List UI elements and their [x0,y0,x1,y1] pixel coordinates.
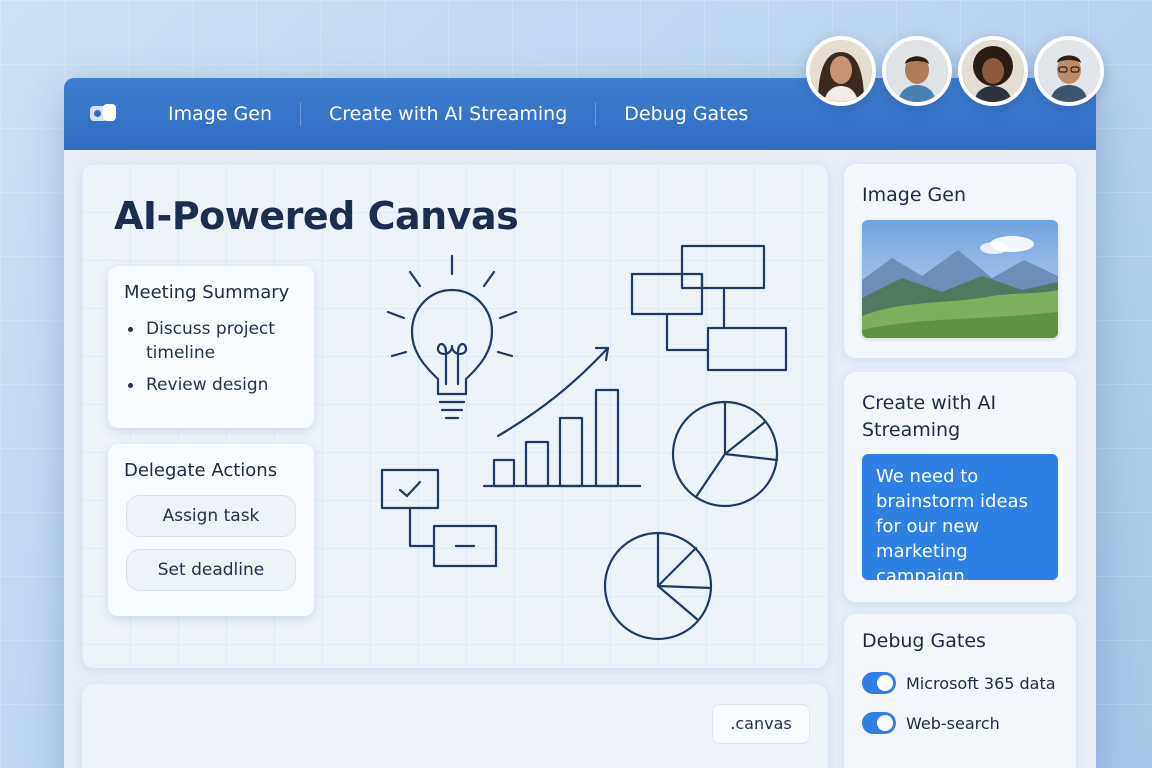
meeting-summary-list: Discuss project timeline Review design [124,317,298,397]
image-gen-heading: Image Gen [862,184,966,206]
lightbulb-icon [386,254,518,420]
task-flow-sketch [380,468,498,568]
meeting-summary-heading: Meeting Summary [124,282,290,303]
toggle-label: Web-search [906,713,1000,733]
generated-landscape-image[interactable] [862,220,1058,338]
debug-gates-panel: Debug Gates Microsoft 365 data Web-searc… [844,614,1076,768]
collaborator-avatars [806,36,1104,106]
flowchart-sketch [630,244,788,372]
meeting-summary-note[interactable]: Meeting Summary Discuss project timeline… [108,266,314,428]
app-logo-icon [90,103,118,125]
pie-chart-sketch [603,531,713,641]
list-item: Discuss project timeline [124,317,298,365]
whiteboard-sketch [380,244,788,641]
prompt-text-box[interactable]: We need to brainstorm ideas for our new … [862,454,1058,587]
avatar[interactable] [806,36,876,106]
avatar[interactable] [1034,36,1104,106]
tab-debug-gates[interactable]: Debug Gates [596,78,776,150]
tab-create-with-ai-streaming[interactable]: Create with AI Streaming [301,78,595,150]
avatar[interactable] [882,36,952,106]
app-window: Image Gen Create with AI Streaming Debug… [64,78,1096,768]
streaming-heading: Create with AI Streaming [862,392,997,441]
bottom-panel: .canvas [82,684,828,768]
toggle-switch[interactable] [862,672,896,694]
tab-image-gen[interactable]: Image Gen [140,78,300,150]
toggle-microsoft-365-data[interactable]: Microsoft 365 data [862,672,1056,694]
pie-chart-sketch [671,400,779,508]
delegate-actions-heading: Delegate Actions [124,460,278,481]
set-deadline-button[interactable]: Set deadline [126,549,296,591]
image-gen-panel: Image Gen [844,164,1076,358]
list-item: Review design [124,373,298,397]
toggle-label: Microsoft 365 data [906,673,1056,693]
delegate-actions-note[interactable]: Delegate Actions Assign task Set deadlin… [108,444,314,616]
canvas-area[interactable]: AI-Powered Canvas Meeting Summary Discus… [82,164,828,668]
toggle-switch[interactable] [862,712,896,734]
assign-task-button[interactable]: Assign task [126,495,296,537]
streaming-panel: Create with AI Streaming We need to brai… [844,372,1076,602]
debug-gates-heading: Debug Gates [862,630,986,652]
avatar[interactable] [958,36,1028,106]
bar-chart-sketch [482,346,642,488]
toggle-web-search[interactable]: Web-search [862,712,1000,734]
canvas-badge[interactable]: .canvas [712,704,810,744]
